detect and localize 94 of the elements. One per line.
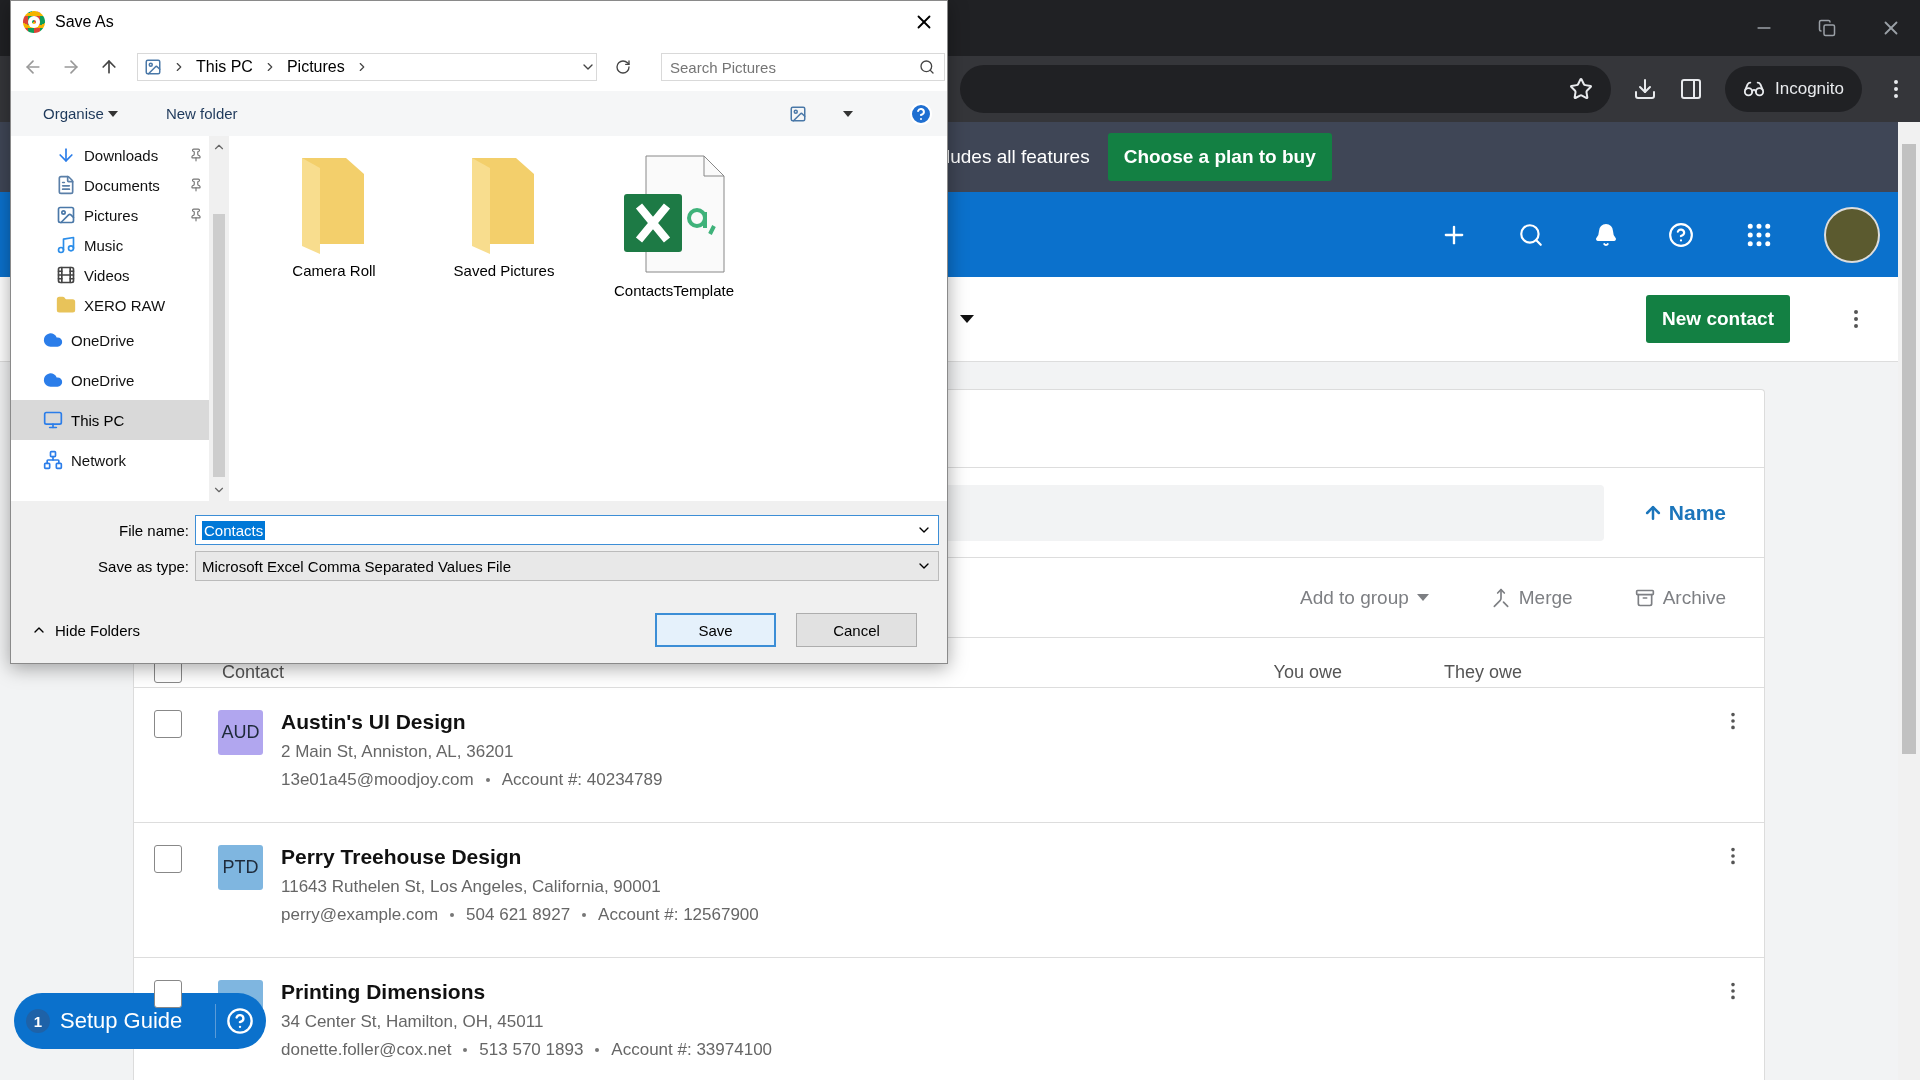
separator-dot <box>595 1048 600 1052</box>
count-badge: 1 <box>26 1009 50 1033</box>
network-icon <box>43 450 63 470</box>
monitor-icon <box>43 410 63 430</box>
music-note-icon <box>56 235 76 255</box>
file-name[interactable]: Camera Roll <box>269 262 399 279</box>
nav-item[interactable]: This PC <box>11 400 209 440</box>
contact-detail: donette.foller@cox.net <box>281 1040 452 1060</box>
restore-icon[interactable] <box>1818 19 1836 37</box>
picture-icon <box>56 205 76 225</box>
star-icon[interactable] <box>1569 77 1593 101</box>
contact-name[interactable]: Printing Dimensions <box>281 980 1722 1004</box>
column-header: They owe <box>1442 662 1522 683</box>
caret-icon <box>1416 594 1429 601</box>
setup-guide-label: Setup Guide <box>60 1008 183 1034</box>
download-icon[interactable] <box>1633 77 1657 101</box>
field-label: File name: <box>117 521 189 539</box>
file-name[interactable]: ContactsTemplate <box>609 282 739 299</box>
choose-plan-button[interactable]: Choose a plan to buy <box>1107 133 1332 181</box>
nav-item[interactable]: Pictures <box>11 200 209 230</box>
row-checkbox[interactable] <box>154 980 182 1008</box>
add-to-group-button[interactable]: Add to group <box>1293 585 1435 610</box>
save-button[interactable]: Save <box>655 613 776 647</box>
column-header: Contact <box>222 662 286 683</box>
scrollbar[interactable] <box>209 136 229 501</box>
spreadsheet-file-icon <box>622 154 726 274</box>
file-name[interactable]: Saved Pictures <box>439 262 569 279</box>
side-panel-icon[interactable] <box>1679 77 1703 101</box>
view-icon[interactable] <box>789 104 807 123</box>
command-button[interactable]: New folder <box>159 104 244 123</box>
dialog-title: Save As <box>55 13 114 31</box>
new-contact-button[interactable]: New contact <box>1646 295 1790 343</box>
search-icon[interactable] <box>1518 221 1544 248</box>
sort-button[interactable]: Name <box>1636 499 1732 526</box>
refresh-icon[interactable] <box>615 59 631 75</box>
breadcrumb-item[interactable]: This PC <box>196 58 253 76</box>
nav-item[interactable]: Music <box>11 230 209 260</box>
avatar[interactable] <box>1824 206 1880 263</box>
nav-item[interactable]: Downloads <box>11 140 209 170</box>
help-icon[interactable] <box>909 101 933 126</box>
caret-icon <box>107 110 118 117</box>
nav-item[interactable]: Videos <box>11 260 209 290</box>
folder-icon <box>56 295 76 315</box>
film-icon <box>56 265 76 285</box>
contact-address: 11643 Ruthelen St, Los Angeles, California, 90001 <box>281 877 662 897</box>
picture-icon <box>144 58 162 76</box>
cloud-icon <box>43 330 63 350</box>
caret-icon[interactable] <box>960 315 974 323</box>
contact-address: 2 Main St, Anniston, AL, 36201 <box>281 742 515 762</box>
separator-dot <box>450 913 455 917</box>
nav-item[interactable]: XERO RAW <box>11 290 209 320</box>
document-icon <box>56 175 76 195</box>
initials-avatar: PTD <box>218 845 263 890</box>
contact-detail: 513 570 1893 <box>479 1040 584 1060</box>
contact-name[interactable]: Austin's UI Design <box>281 710 1722 734</box>
nav-item[interactable]: OneDrive <box>11 320 209 360</box>
separator-dot <box>485 778 490 782</box>
separator-dot <box>463 1048 468 1052</box>
separator-dot <box>582 913 587 917</box>
hide-folders-button[interactable]: Hide Folders <box>25 620 147 640</box>
search-field[interactable]: Search Pictures <box>661 53 945 81</box>
contact-detail: Account #: 40234789 <box>501 770 663 790</box>
contact-detail: Account #: 12567900 <box>598 905 759 925</box>
field-label: Save as type: <box>97 557 189 575</box>
cancel-button[interactable]: Cancel <box>796 613 917 647</box>
initials-avatar: AUD <box>218 710 263 755</box>
incognito-badge[interactable]: Incognito <box>1725 66 1862 112</box>
contact-detail: 504 621 8927 <box>466 905 571 925</box>
file-name-field[interactable]: Contacts <box>195 515 939 545</box>
contact-detail: 13e01a45@moodjoy.com <box>281 770 474 790</box>
nav-item[interactable]: Network <box>11 440 209 480</box>
address-field[interactable]: This PC Pictures <box>137 53 597 81</box>
nav-item[interactable]: Documents <box>11 170 209 200</box>
bell-icon[interactable] <box>1594 222 1618 247</box>
contact-detail: Account #: 33974100 <box>611 1040 773 1060</box>
help-icon[interactable] <box>1668 221 1694 248</box>
archive-icon <box>1634 587 1655 608</box>
merge-button[interactable]: Merge <box>1484 585 1579 610</box>
setup-guide-popup[interactable]: 1 Setup Guide <box>14 993 266 1049</box>
breadcrumb-item[interactable]: Pictures <box>286 58 345 76</box>
caret-icon[interactable] <box>843 110 853 117</box>
contact-name[interactable]: Perry Treehouse Design <box>281 845 1722 869</box>
contact-detail: perry@example.com <box>281 905 439 925</box>
contact-address: 34 Center St, Hamilton, OH, 45011 <box>281 1012 545 1032</box>
browser-logo-icon <box>23 11 45 33</box>
row-checkbox[interactable] <box>154 710 182 738</box>
command-button[interactable]: Organise <box>37 104 124 123</box>
column-header: You owe <box>1272 662 1342 683</box>
cloud-icon <box>43 370 63 390</box>
row-checkbox[interactable] <box>154 845 182 873</box>
nav-item[interactable]: OneDrive <box>11 360 209 400</box>
archive-button[interactable]: Archive <box>1628 585 1732 610</box>
save-type-dropdown[interactable]: Microsoft Excel Comma Separated Values File <box>195 551 939 581</box>
help-icon <box>226 1007 254 1035</box>
